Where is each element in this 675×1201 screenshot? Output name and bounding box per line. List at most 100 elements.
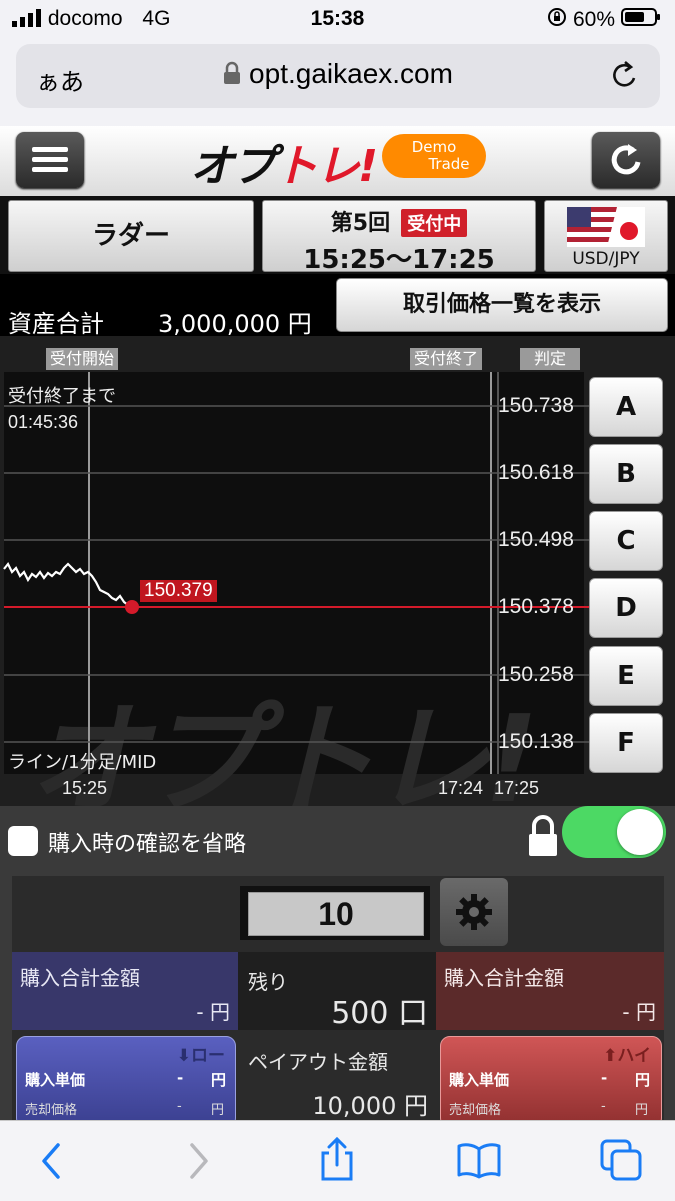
high-buy-unit-yen: 円: [635, 1071, 651, 1089]
low-total-label: 購入合計金額: [20, 966, 140, 990]
round-cell[interactable]: 第5回 受付中 15:25〜17:25: [262, 200, 536, 275]
high-label: ハイ: [617, 1046, 651, 1066]
battery-percent: 60%: [572, 8, 615, 31]
low-buy-unit-value: -: [177, 1069, 184, 1087]
settings-button[interactable]: [440, 878, 508, 946]
level-price-e: 150.258: [498, 663, 574, 686]
status-badge: 受付中: [401, 209, 468, 237]
time-end: 17:24: [438, 778, 484, 798]
tabs-icon[interactable]: [600, 1139, 644, 1185]
high-direction: ⬆ハイ: [603, 1041, 651, 1066]
countdown-label: 受付終了まで: [8, 386, 116, 407]
order-panel: 購入時の確認を省略 10 購入合計金額 - 円 残り 500 口 購入合計金額 …: [0, 806, 675, 1128]
payout-panel: ペイアウト金額 10,000 円: [238, 1036, 436, 1126]
refresh-button[interactable]: [592, 132, 660, 188]
toggle-knob: [617, 809, 663, 855]
level-button-a[interactable]: A: [589, 377, 663, 437]
low-sell-price-yen: 円: [211, 1103, 225, 1118]
high-sell-price-value: -: [601, 1099, 606, 1114]
url-text[interactable]: opt.gaikaex.com: [16, 58, 660, 92]
high-total-label: 購入合計金額: [444, 966, 564, 990]
status-bar: docomo 4G 15:38 60%: [0, 0, 675, 40]
level-button-b[interactable]: B: [589, 444, 663, 504]
battery-icon: [621, 7, 661, 33]
menu-button[interactable]: [16, 132, 84, 188]
browser-toolbar: [0, 1120, 675, 1201]
current-price-label: 150.379: [140, 580, 217, 602]
lock-toggle[interactable]: [562, 806, 666, 858]
low-sell-price-value: -: [177, 1099, 182, 1114]
current-price-dot: [125, 600, 139, 614]
level-button-d[interactable]: D: [589, 578, 663, 638]
high-total-value: - 円: [622, 1000, 656, 1024]
price-line: [3, 561, 133, 608]
payout-value: 10,000 円: [312, 1092, 428, 1120]
currency-pair: USD/JPY: [572, 249, 640, 269]
demo-trade-badge: Demo Trade: [382, 134, 486, 178]
skip-confirm-checkbox[interactable]: [8, 826, 38, 856]
remaining-value: 500 口: [331, 996, 428, 1031]
low-sell-price-label: 売却価格: [25, 1103, 78, 1118]
us-japan-flag-icon: [567, 207, 645, 251]
time-judge: 17:25: [494, 778, 540, 798]
high-sell-price-label: 売却価格: [449, 1103, 502, 1118]
skip-confirm-label: 購入時の確認を省略: [48, 832, 247, 857]
currency-pair-cell[interactable]: USD/JPY: [544, 200, 668, 272]
app-header: オプトレ! Demo Trade: [0, 126, 675, 197]
level-button-f[interactable]: F: [589, 713, 663, 773]
high-sell-price-yen: 円: [635, 1103, 649, 1118]
status-right: 60%: [547, 7, 661, 33]
high-buy-button[interactable]: ⬆ハイ 購入単価 - 円 売却価格 - 円: [440, 1036, 662, 1128]
price-list-button[interactable]: 取引価格一覧を表示: [336, 278, 668, 332]
time-start: 15:25: [62, 778, 108, 798]
price-chart: オプトレ! 受付開始 受付終了 判定 受付終了まで 01:45:36 150.3…: [0, 336, 675, 830]
back-icon[interactable]: [38, 1141, 64, 1185]
option-type: ラダー: [91, 221, 170, 251]
round-number: 第5回: [330, 211, 391, 236]
level-price-f: 150.138: [498, 730, 574, 753]
low-total-value: - 円: [196, 1000, 230, 1024]
gear-icon: [454, 892, 494, 936]
option-type-cell[interactable]: ラダー: [8, 200, 254, 272]
low-label: ロー: [191, 1046, 225, 1066]
level-price-b: 150.618: [498, 461, 574, 484]
high-total-panel: 購入合計金額 - 円: [436, 952, 664, 1030]
bookmarks-icon[interactable]: [456, 1141, 502, 1183]
quantity-frame: 10: [240, 886, 430, 940]
level-price-a: 150.738: [498, 394, 574, 417]
level-button-c[interactable]: C: [589, 511, 663, 571]
low-direction: ⬇ロー: [177, 1041, 225, 1066]
share-icon[interactable]: [318, 1135, 356, 1187]
browser-reload-icon[interactable]: [610, 58, 640, 96]
low-buy-button[interactable]: ⬇ロー 購入単価 - 円 売却価格 - 円: [16, 1036, 236, 1128]
url-label: opt.gaikaex.com: [249, 58, 453, 89]
assets-label: 資産合計: [8, 310, 104, 338]
remaining-panel: 残り 500 口: [238, 952, 436, 1031]
hamburger-icon: [32, 145, 68, 179]
remaining-label: 残り: [248, 970, 288, 994]
lock-icon: [526, 814, 560, 862]
assets-row: 資産合計 3,000,000 円 取引価格一覧を表示: [0, 274, 675, 338]
trade-label: Trade: [428, 155, 470, 173]
round-info-row: ラダー 第5回 受付中 15:25〜17:25 USD/JPY: [0, 196, 675, 275]
low-total-panel: 購入合計金額 - 円: [12, 952, 238, 1030]
high-buy-unit-value: -: [601, 1069, 608, 1087]
payout-label: ペイアウト金額: [248, 1050, 388, 1074]
level-price-d: 150.378: [498, 595, 574, 618]
level-price-c: 150.498: [498, 528, 574, 551]
app-logo: オプトレ!: [190, 141, 378, 192]
level-button-e[interactable]: E: [589, 646, 663, 706]
round-period: 15:25〜17:25: [303, 245, 495, 275]
down-arrow-icon: ⬇: [176, 1046, 191, 1066]
browser-address-area: ぁあ opt.gaikaex.com: [0, 40, 675, 126]
quantity-input[interactable]: 10: [248, 892, 424, 936]
rotation-lock-icon: [547, 7, 567, 33]
countdown-value: 01:45:36: [8, 412, 79, 432]
low-buy-unit-label: 購入単価: [25, 1071, 86, 1089]
chart-mode: ライン/1分足/MID: [8, 752, 157, 773]
assets-value: 3,000,000 円: [158, 310, 312, 338]
high-buy-unit-label: 購入単価: [449, 1071, 510, 1089]
forward-icon[interactable]: [186, 1141, 212, 1185]
demo-label: Demo: [411, 138, 457, 156]
address-bar[interactable]: ぁあ opt.gaikaex.com: [16, 44, 660, 108]
